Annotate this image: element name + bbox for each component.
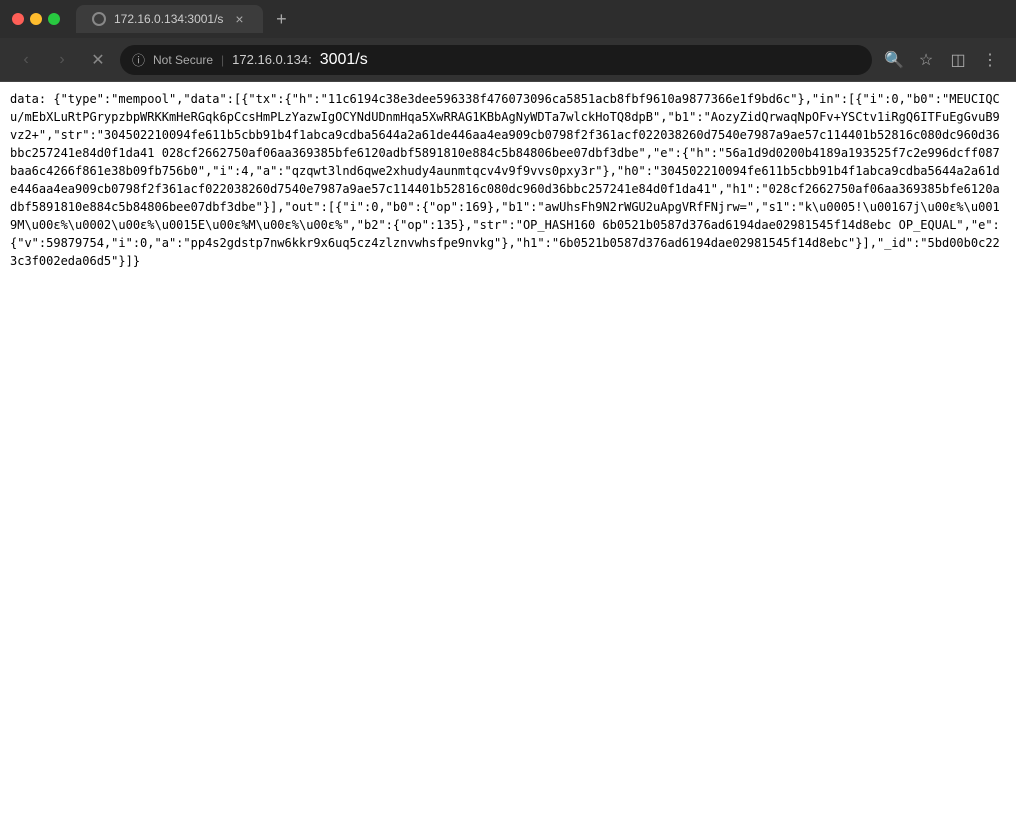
address-separator: | [221,53,224,67]
tab-close-button[interactable]: × [231,11,247,27]
search-icon: 🔍 [884,50,904,70]
close-button[interactable] [12,13,24,25]
reload-button[interactable]: ✕ [84,46,112,74]
page-content: data: {"type":"mempool","data":[{"tx":{"… [0,82,1016,821]
json-output: data: {"type":"mempool","data":[{"tx":{"… [10,90,1006,270]
forward-icon: › [59,51,64,69]
toolbar-icons: 🔍 ☆ ◫ ⋮ [880,46,1004,74]
security-info-icon: ⓘ [132,50,145,69]
star-icon: ☆ [919,50,933,70]
maximize-button[interactable] [48,13,60,25]
back-button[interactable]: ‹ [12,46,40,74]
url-plain: 172.16.0.134: [232,52,312,67]
address-bar: ‹ › ✕ ⓘ Not Secure | 172.16.0.134: 3001/s… [0,38,1016,82]
new-tab-button[interactable]: + [269,7,293,31]
menu-icon: ⋮ [982,50,998,70]
forward-button[interactable]: › [48,46,76,74]
tab-bar: 172.16.0.134:3001/s × + [76,5,1004,33]
active-tab[interactable]: 172.16.0.134:3001/s × [76,5,263,33]
menu-button[interactable]: ⋮ [976,46,1004,74]
traffic-lights [12,13,60,25]
back-icon: ‹ [23,51,28,69]
bookmark-button[interactable]: ☆ [912,46,940,74]
extensions-button[interactable]: ◫ [944,46,972,74]
reload-icon: ✕ [91,50,104,70]
titlebar: 172.16.0.134:3001/s × + [0,0,1016,38]
minimize-button[interactable] [30,13,42,25]
search-button[interactable]: 🔍 [880,46,908,74]
extensions-icon: ◫ [950,50,965,70]
url-highlight: 3001/s [320,51,368,69]
address-field[interactable]: ⓘ Not Secure | 172.16.0.134: 3001/s [120,45,872,75]
tab-loading-icon [92,12,106,26]
tab-title: 172.16.0.134:3001/s [114,12,223,26]
not-secure-label: Not Secure [153,53,213,67]
